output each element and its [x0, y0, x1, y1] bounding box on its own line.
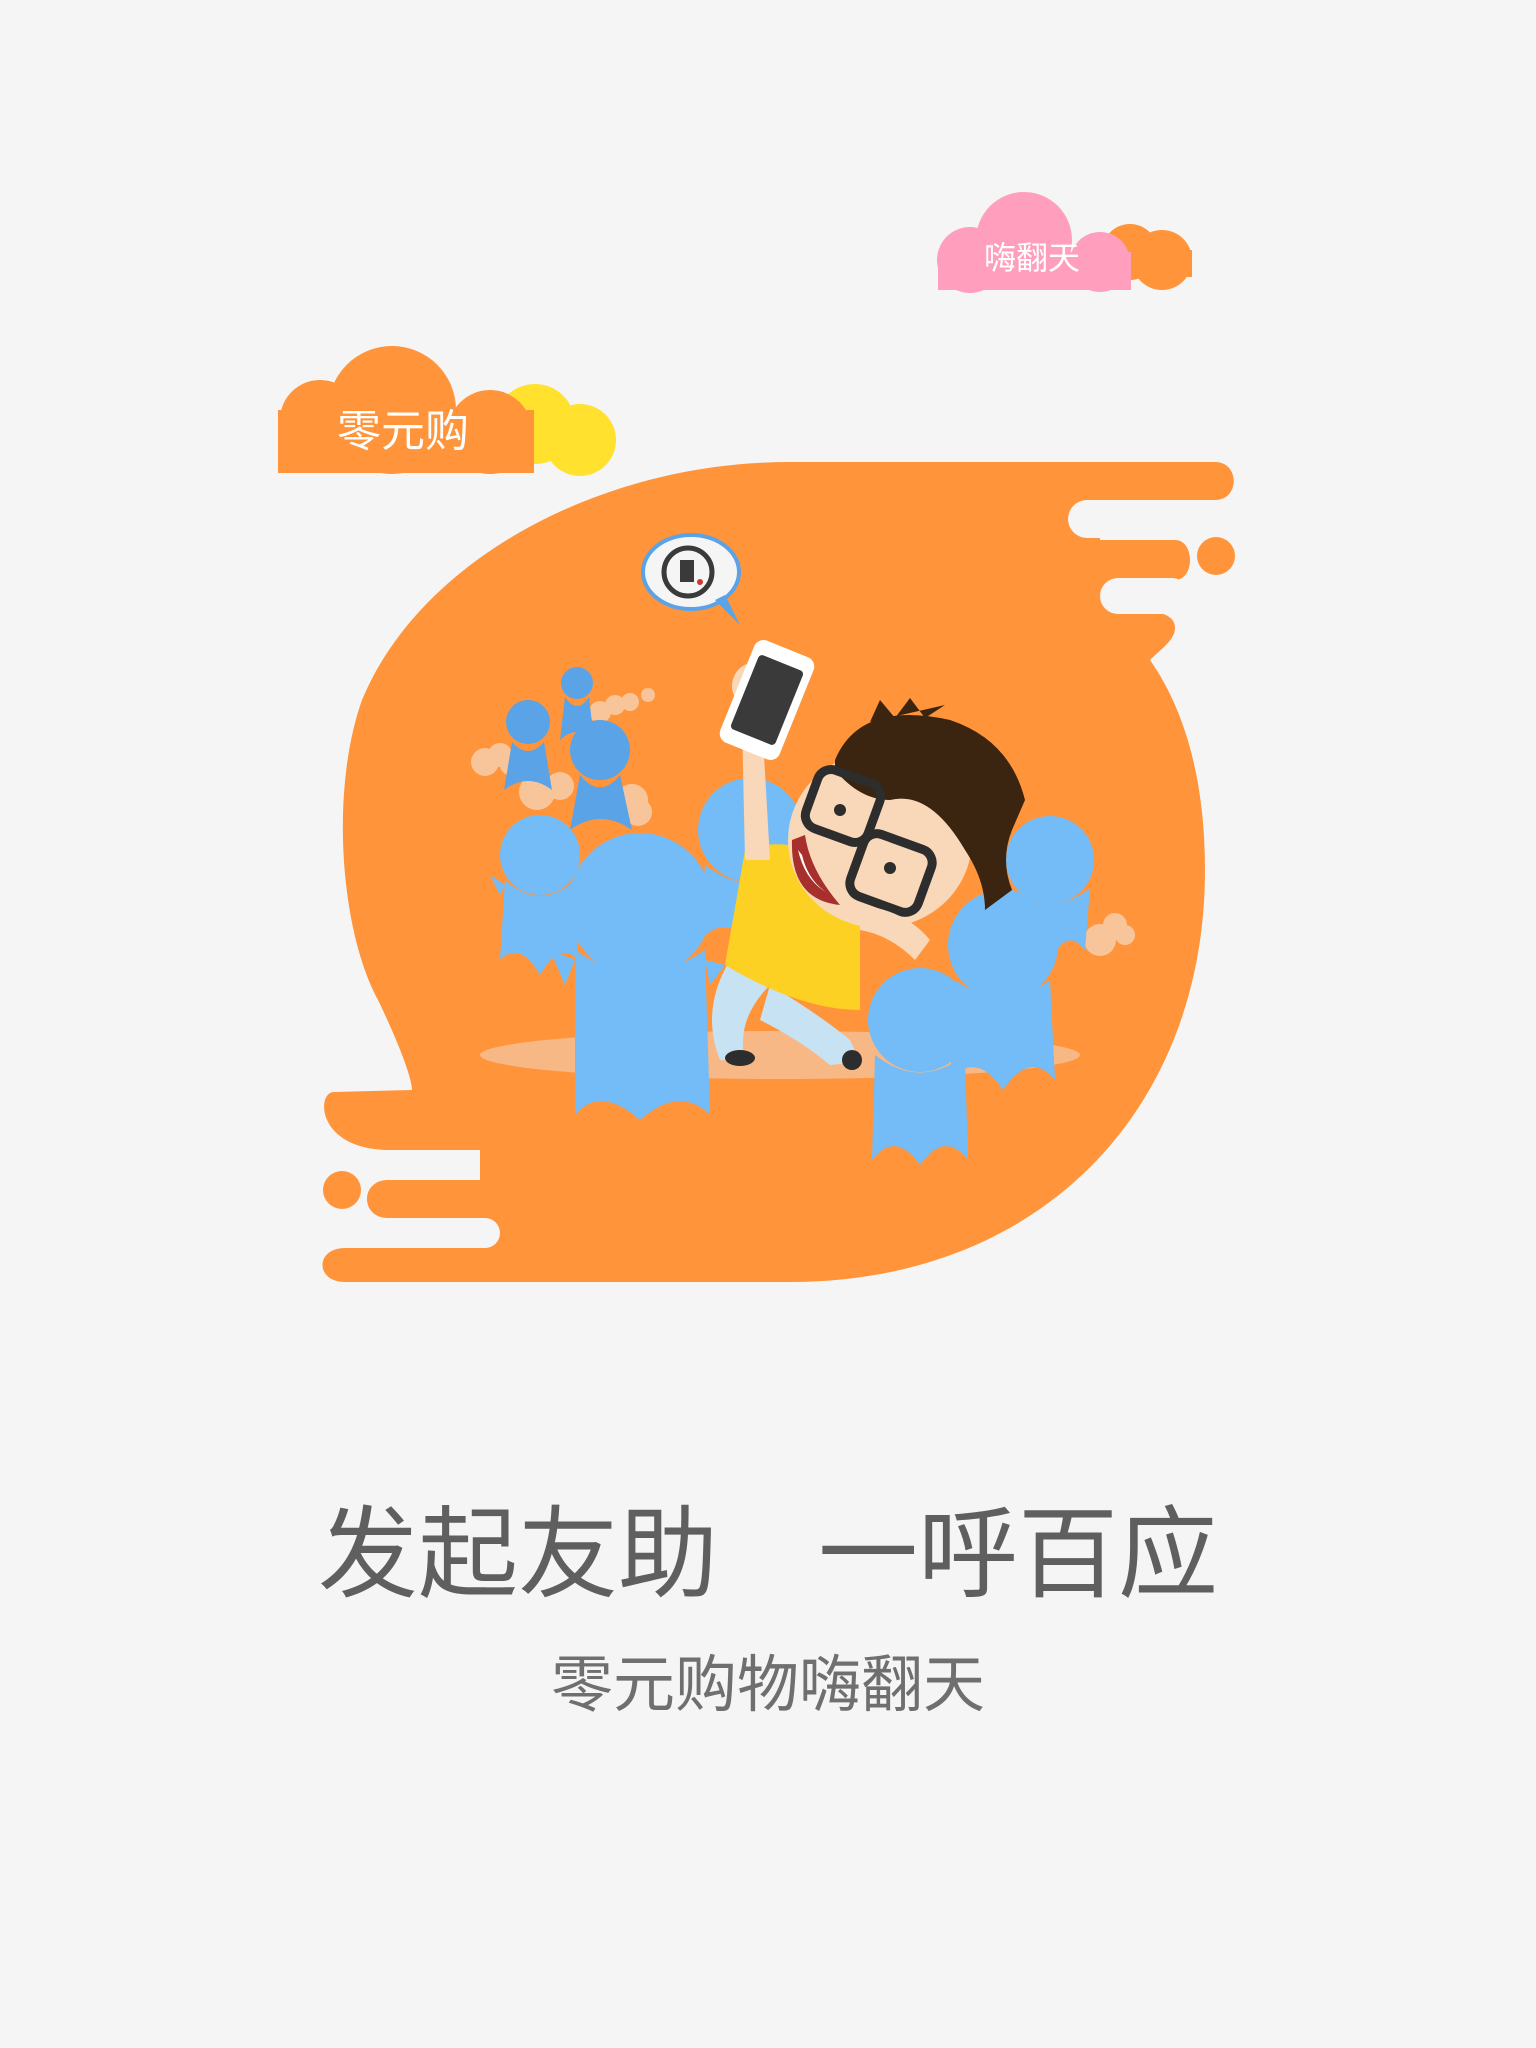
cloud-label-zero-yuan: 零元购: [337, 406, 469, 457]
onboarding-illustration: [278, 192, 1235, 1282]
page-subline: 零元购物嗨翻天: [550, 1648, 985, 1721]
cloud-label-party: 嗨翻天: [983, 239, 1080, 277]
page-headline: 发起友助 一呼百应: [318, 1496, 1218, 1613]
